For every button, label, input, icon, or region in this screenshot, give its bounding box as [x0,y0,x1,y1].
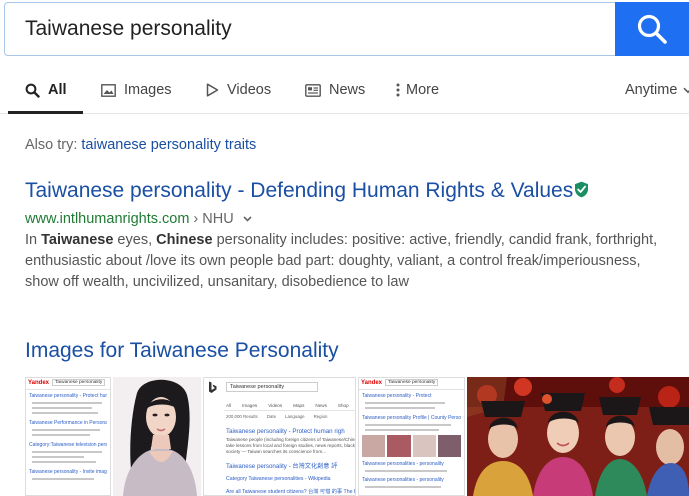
search-icon [637,14,667,44]
thumb-result: Taiwanese personality Profile | County P… [362,415,461,421]
thumb-menu-item: Images [242,403,258,408]
thumb-result: Are all Taiwanese student citizens? 台灣 可… [226,489,355,495]
result-url: www.intlhumanrights.com › NHU [25,210,252,227]
tab-all[interactable]: All [25,66,67,114]
snippet-line-3: show off wealth, uncivilized, unsanitary… [25,274,409,290]
thumb-filter: Language [285,414,305,419]
snippet-bold: Taiwanese [41,232,114,248]
thumb-header: Yandex Taiwanese personality [359,378,464,387]
search-tabs: All Images Videos News More Anytime [0,66,689,114]
more-vertical-icon [396,83,400,97]
thumb-menu-item: News [315,403,327,408]
thumb-result: society — Taiwan searches its conscience… [226,449,326,454]
thumb-result: Category Taiwanese personalities - Wikip… [226,476,331,482]
snippet-line-2: enthusiastic about /love its own people … [25,253,641,269]
snippet-line-1: In Taiwanese eyes, Chinese personality i… [25,230,689,251]
thumb-result: Taiwanese personalities - personality [362,461,444,467]
tab-label: News [329,82,366,98]
tab-images[interactable]: Images [101,66,172,114]
thumb-result: Taiwanese people (including foreign citi… [226,437,355,442]
also-try-label: Also try: [25,137,78,153]
thumb-query: Taiwanese personality [52,379,106,386]
tab-label: All [48,82,67,98]
chevron-down-icon [683,87,689,94]
thumb-image-row [362,435,461,457]
also-try-link[interactable]: taiwanese personality traits [81,137,256,153]
images-heading-link[interactable]: Images for Taiwanese Personality [25,339,339,363]
thumb-result: Taiwanese personality - 台灣文化創意 評 [226,463,338,470]
thumb-result-count: 200,000 Results [226,414,258,419]
also-try: Also try: taiwanese personality traits [25,137,256,153]
snippet-text: In [25,232,42,248]
result-title-link[interactable]: Taiwanese personality - Defending Human … [25,179,589,204]
tab-label: Images [124,82,172,98]
image-thumbnail-2[interactable] [113,377,201,496]
thumb-filter: Date [266,414,277,419]
play-icon [206,83,219,97]
thumb-result: Category:Taiwanese television personalit [29,442,107,448]
thumb-filter: Region [313,414,328,419]
active-tab-indicator [8,111,83,114]
result-breadcrumb: › NHU [189,211,234,227]
thumb-query: Taiwanese personality [226,382,318,392]
thumb-result: Taiwanese personality - Invite image [29,469,107,475]
thumb-menu-item: All [226,403,232,408]
thumb-menu: All Images Videos Maps News Shop [204,398,355,410]
thumb-result: Taiwanese personality - Protect [362,393,432,399]
result-title: Taiwanese personality - Defending Human … [25,179,574,202]
snippet-text: eyes, [113,232,157,248]
time-filter-dropdown[interactable]: Anytime [625,66,689,114]
thumb-query: Taiwanese personality [385,379,439,386]
search-input[interactable]: Taiwanese personality [4,2,615,56]
image-thumbnail-4[interactable]: Yandex Taiwanese personality Taiwanese p… [358,377,465,496]
image-thumbnail-3[interactable]: Taiwanese personality All Images Videos … [203,377,356,496]
tab-more[interactable]: More [396,66,439,114]
shield-check-icon [574,180,589,204]
thumb-result: take lessons from local and foreign stud… [226,443,355,448]
thumb-menu-item: Shop [337,403,349,408]
chevron-down-icon[interactable] [243,210,252,226]
search-bar: Taiwanese personality [4,2,689,56]
yandex-logo: Yandex [28,379,50,386]
thumb-menu-item: Maps [293,403,305,408]
image-thumbnail-1[interactable]: Yandex Taiwanese personality Taiwanese p… [25,377,111,496]
group-photo [467,377,689,496]
image-icon [101,83,116,97]
tab-news[interactable]: News [305,66,365,114]
search-button[interactable] [615,2,689,56]
newspaper-icon [305,83,321,97]
tab-label: Videos [227,82,272,98]
thumb-result: Taiwanese personality - Protect human ri… [226,428,345,435]
bing-logo-icon [209,381,217,393]
snippet-bold: Chinese [156,232,213,248]
thumb-menu-item: Videos [268,403,283,408]
time-filter-label: Anytime [625,82,678,98]
thumb-header: Yandex Taiwanese personality [26,378,110,387]
thumb-result: Taiwanese Performance in Personality [29,420,107,426]
thumb-header: Taiwanese personality [204,378,355,398]
snippet-text: personality includes: positive: active, … [212,232,658,248]
yandex-logo: Yandex [361,379,383,386]
result-domain: www.intlhumanrights.com [25,211,190,227]
tab-videos[interactable]: Videos [206,66,271,114]
image-thumbnail-5[interactable] [467,377,689,496]
thumb-result: Taiwanese personalities - personality [362,477,444,483]
thumb-filters: 200,000 Results Date Language Region [204,411,355,419]
thumb-result: Taiwanese personality - Protect human ri… [29,393,107,399]
portrait-photo [113,377,201,496]
tab-label: More [406,82,440,98]
search-icon [25,83,40,98]
result-snippet: In Taiwanese eyes, Chinese personality i… [25,230,689,293]
